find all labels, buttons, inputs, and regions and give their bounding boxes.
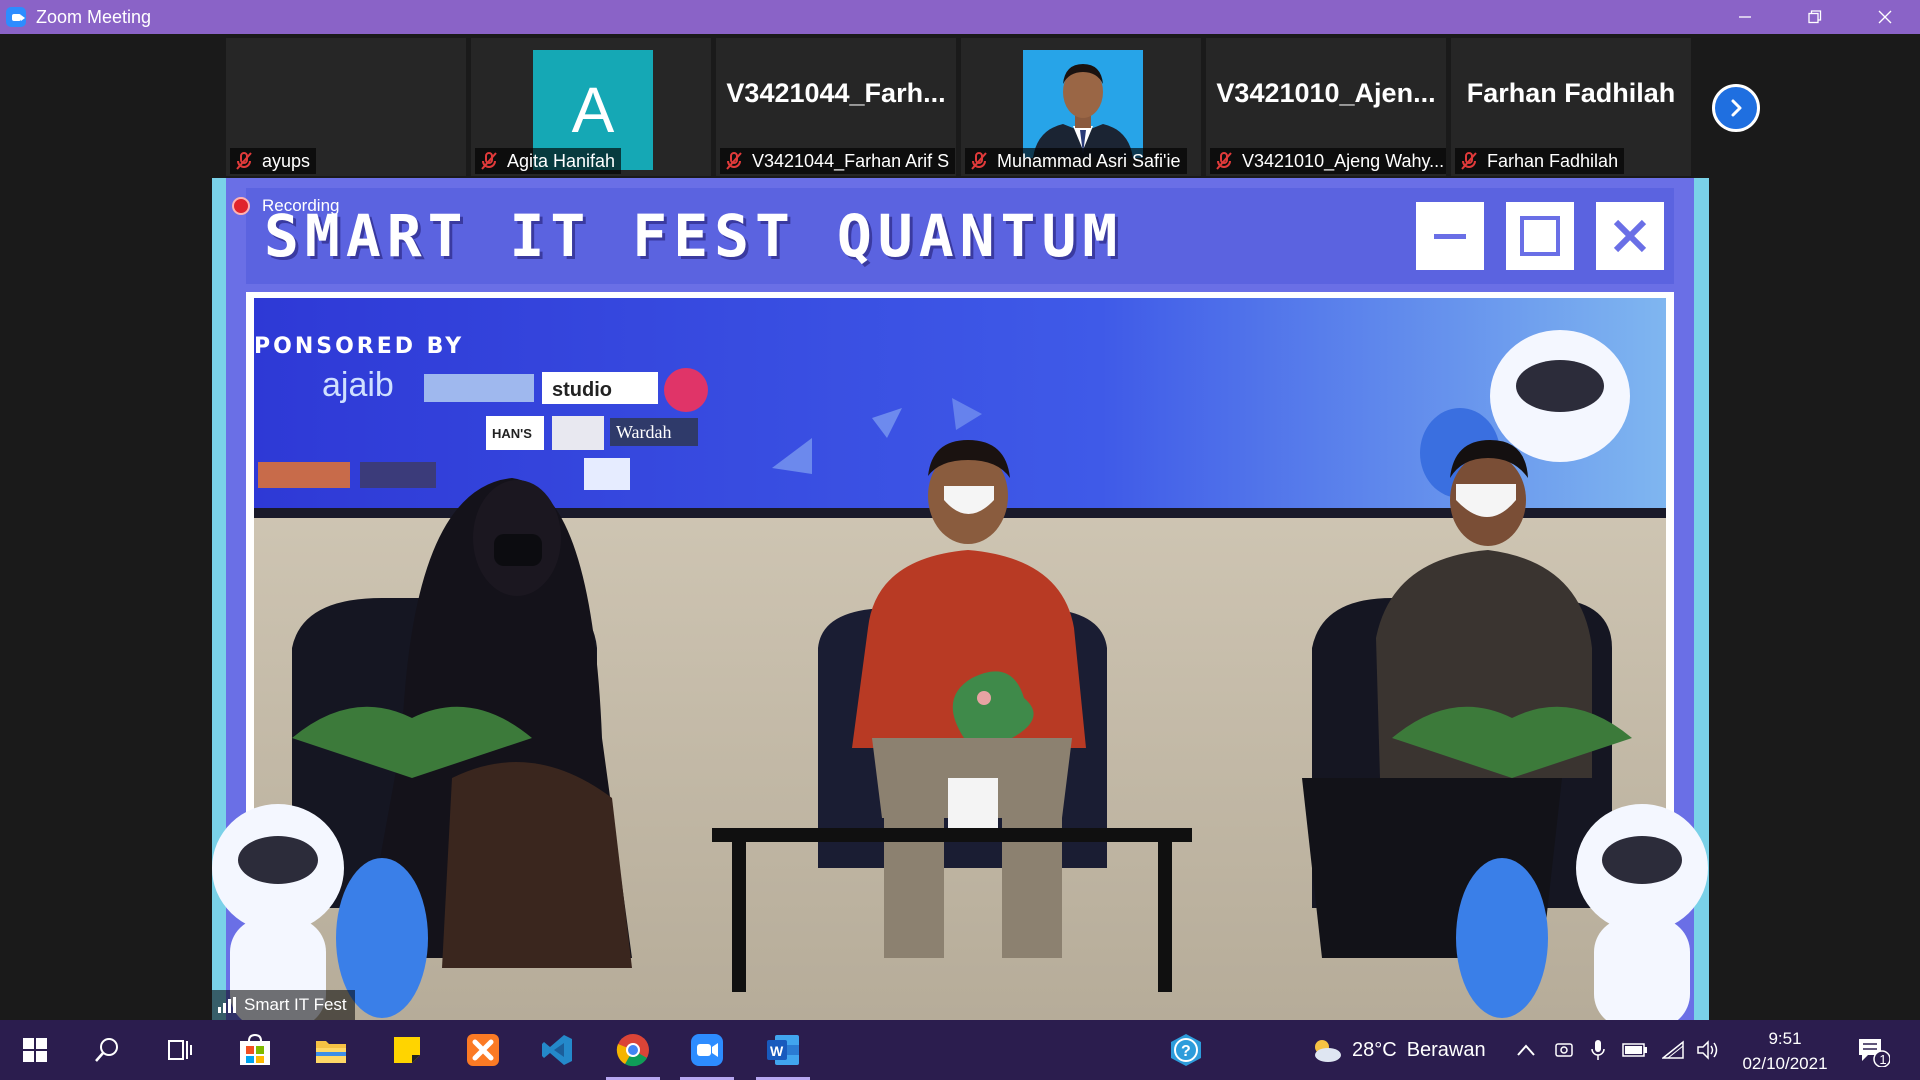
participant-tile-farhan-fadhilah[interactable]: Farhan Fadhilah Farhan Fadhilah [1451,38,1691,176]
taskbar-app-vscode[interactable] [526,1020,588,1080]
restore-button[interactable] [1780,0,1850,34]
speaker-volume-icon [1697,1040,1718,1060]
video-frame-scene: ajaib studio HAN'S Wardah [212,178,1709,1020]
participant-tile-muhammad-asri[interactable]: Muhammad Asri Safi'ie [961,38,1201,176]
mic-muted-icon [481,152,497,170]
clock-date: 02/10/2021 [1742,1054,1828,1073]
help-tray-icon[interactable]: ? [1168,1020,1204,1080]
search-button[interactable] [76,1020,138,1080]
start-button[interactable] [4,1020,66,1080]
minimize-button[interactable] [1710,0,1780,34]
taskbar-app-sticky-notes[interactable] [376,1020,438,1080]
xampp-icon [467,1034,499,1066]
taskbar-app-word[interactable]: W [752,1020,814,1080]
meet-now-tray[interactable] [1554,1020,1574,1080]
participant-gallery-strip: ayups A Agita Hanifah V3421044_Farh... V… [0,34,1920,178]
action-center-button[interactable]: 1 [1856,1020,1890,1080]
taskbar-clock[interactable]: 9:51 02/10/2021 [1730,1026,1840,1076]
search-icon [95,1038,118,1062]
mic-muted-icon [726,152,742,170]
window-titlebar: Zoom Meeting [0,0,1920,34]
participant-tile-ajeng[interactable]: V3421010_Ajen... V3421010_Ajeng Wahy... [1206,38,1446,176]
clock-time: 9:51 [1768,1029,1802,1048]
zoom-icon [691,1034,723,1066]
recording-dot-icon [232,197,250,215]
participant-photo [1023,50,1143,158]
taskbar-app-chrome[interactable] [602,1020,664,1080]
taskbar-app-xampp[interactable] [452,1020,514,1080]
wifi-icon [1662,1040,1684,1059]
weather-condition: Berawan [1406,1038,1486,1061]
participant-name-label: V3421010_Ajeng Wahy... [1210,148,1446,174]
participant-tile-agita[interactable]: A Agita Hanifah [471,38,711,176]
weather-temp: 28°C [1352,1038,1397,1061]
svg-text:W: W [770,1043,784,1059]
chevron-right-icon [1731,99,1742,117]
notification-count: 1 [1879,1052,1887,1067]
task-view-button[interactable] [148,1020,210,1080]
signal-strength-icon [218,997,236,1013]
close-button[interactable] [1850,0,1920,34]
windows-logo-icon [23,1038,47,1062]
network-tray[interactable] [1662,1020,1684,1080]
chevron-up-icon [1517,1044,1535,1056]
microphone-tray[interactable] [1590,1020,1606,1080]
svg-text:studio: studio [552,379,612,401]
svg-text:?: ? [1181,1043,1191,1060]
zoom-app-icon [6,7,26,27]
sticky-notes-icon [394,1037,420,1063]
event-banner-title: SMART IT FEST QUANTUM [264,202,1124,270]
sponsored-by-text: PONSORED BY [254,334,465,359]
camera-tray-icon [1555,1043,1573,1057]
svg-text:ajaib: ajaib [322,366,394,404]
microphone-icon [1591,1040,1605,1060]
participant-name-label: Farhan Fadhilah [1455,148,1625,174]
next-page-button[interactable] [1712,84,1760,132]
mic-muted-icon [971,152,987,170]
window-title: Zoom Meeting [36,6,152,27]
windows-taskbar: W ? 28°C Berawan 9:51 02/10/2021 1 [0,1020,1920,1080]
microsoft-store-icon [240,1033,270,1065]
battery-icon [1622,1043,1647,1057]
word-icon: W [767,1035,799,1065]
participant-name-label: ayups [230,148,317,174]
task-view-icon [168,1040,192,1060]
participant-tile-farhan-arif[interactable]: V3421044_Farh... V3421044_Farhan Arif S [716,38,956,176]
svg-text:Wardah: Wardah [616,422,672,442]
weather-widget[interactable]: 28°C Berawan [1310,1020,1486,1080]
mic-muted-icon [1216,152,1232,170]
chrome-icon [616,1034,649,1067]
participant-tile-ayups[interactable]: ayups [226,38,466,176]
taskbar-app-file-explorer[interactable] [300,1020,362,1080]
participant-name-label: Agita Hanifah [475,148,622,174]
taskbar-app-store[interactable] [224,1020,286,1080]
main-video-view[interactable]: ajaib studio HAN'S Wardah Recording SMAR… [212,178,1709,1020]
svg-text:HAN'S: HAN'S [492,426,532,441]
participant-name-label: Muhammad Asri Safi'ie [965,148,1187,174]
vscode-icon [542,1035,572,1065]
volume-tray[interactable] [1696,1020,1720,1080]
taskbar-app-zoom[interactable] [676,1020,738,1080]
mic-muted-icon [236,152,252,170]
help-question-icon: ? [1171,1034,1201,1066]
folder-icon [316,1041,346,1063]
active-speaker-label: Smart IT Fest [212,990,355,1020]
cloud-sun-icon [1315,1040,1341,1062]
show-hidden-icons-button[interactable] [1516,1020,1536,1080]
mic-muted-icon [1461,152,1477,170]
participant-name-label: V3421044_Farhan Arif S [720,148,956,174]
battery-tray[interactable] [1622,1020,1648,1080]
